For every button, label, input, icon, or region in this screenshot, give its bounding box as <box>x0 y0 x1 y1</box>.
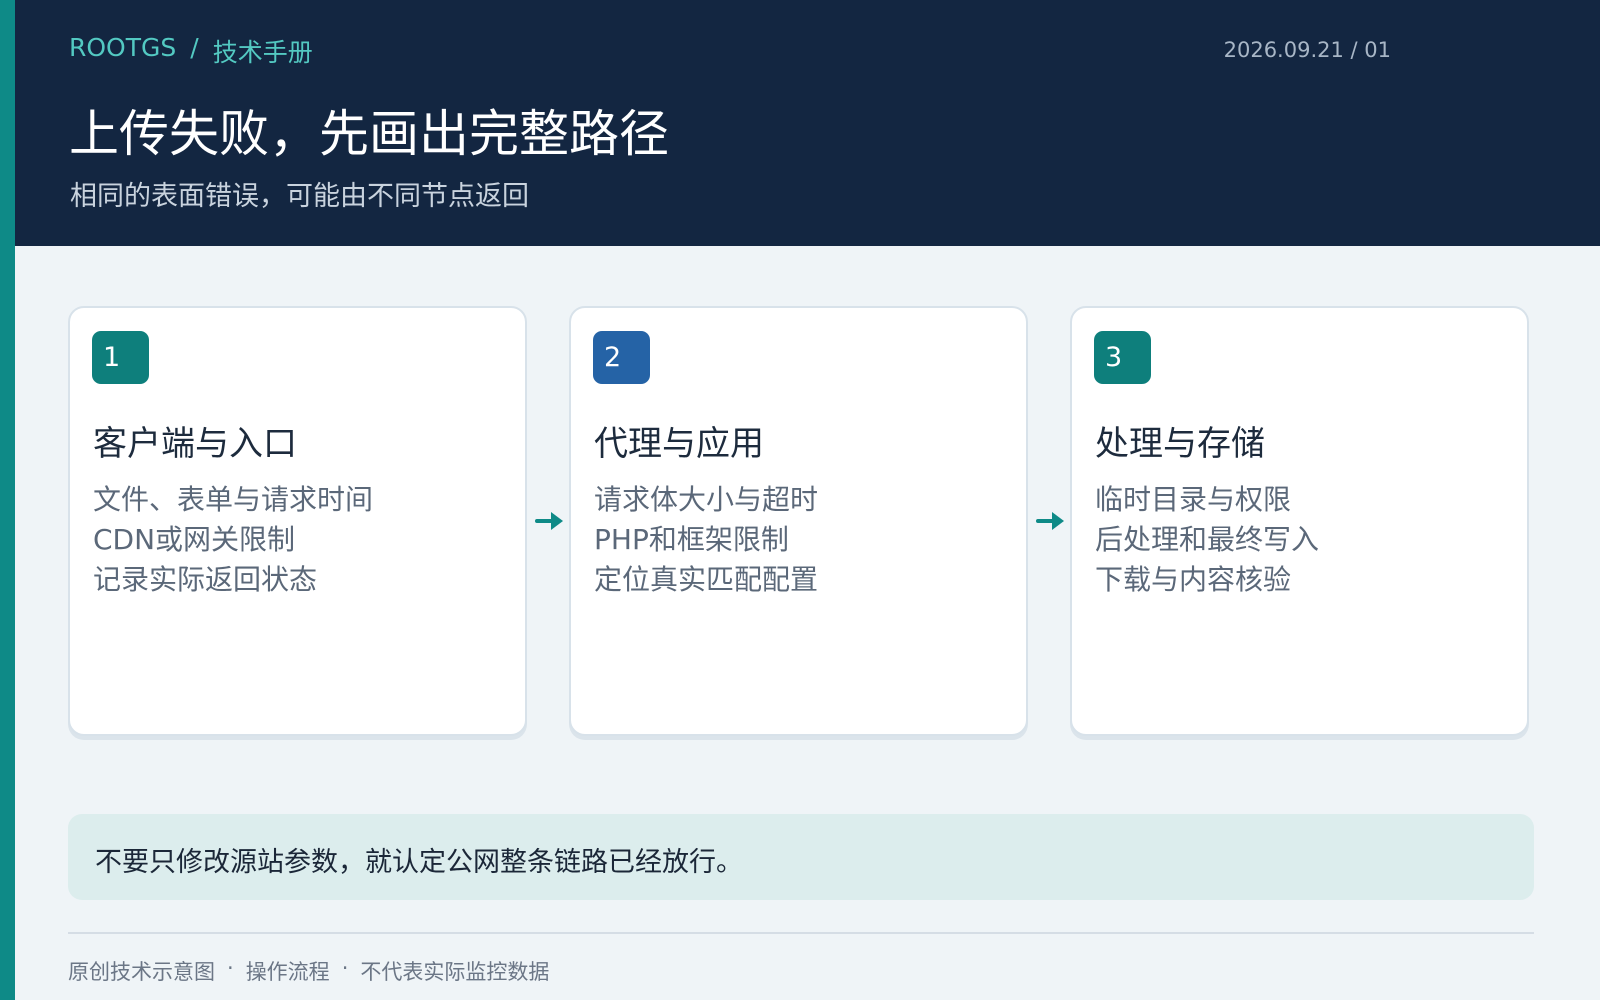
footer-item: 操作流程 <box>245 960 330 984</box>
step-card-1: 1 客户端与入口 文件、表单与请求时间 CDN或网关限制 记录实际返回状态 <box>68 306 527 736</box>
step-title-3: 处理与存储 <box>1095 424 1265 464</box>
arrow-right-icon <box>1036 512 1064 530</box>
footer-separator: · <box>341 956 349 980</box>
step-item: CDN或网关限制 <box>93 523 296 556</box>
warning-note: 不要只修改源站参数，就认定公网整条链路已经放行。 <box>68 814 1534 900</box>
warning-note-text: 不要只修改源站参数，就认定公网整条链路已经放行。 <box>95 847 743 878</box>
footer-item: 不代表实际监控数据 <box>360 960 550 984</box>
footer-divider <box>68 932 1534 934</box>
step-title-1: 客户端与入口 <box>93 424 297 464</box>
step-item: 请求体大小与超时 <box>594 483 819 516</box>
step-list-1: 文件、表单与请求时间 CDN或网关限制 记录实际返回状态 <box>93 480 373 600</box>
arrow-right-icon <box>535 512 563 530</box>
step-item: 下载与内容核验 <box>1095 563 1292 596</box>
step-badge-3: 3 <box>1094 331 1151 384</box>
issue-date: 2026.09.21 / 01 <box>1223 38 1391 62</box>
arrow-head <box>551 512 563 530</box>
step-badge-1: 1 <box>92 331 149 384</box>
step-item: PHP和框架限制 <box>594 523 789 556</box>
step-card-2: 2 代理与应用 请求体大小与超时 PHP和框架限制 定位真实匹配配置 <box>569 306 1028 736</box>
step-item: 定位真实匹配配置 <box>594 563 819 596</box>
breadcrumb-section[interactable]: 技术手册 <box>213 33 313 69</box>
footer-item: 原创技术示意图 <box>68 960 215 984</box>
page-title: 上传失败，先画出完整路径 <box>69 105 669 163</box>
step-badge-2: 2 <box>593 331 650 384</box>
header: ROOTGS / 技术手册 2026.09.21 / 01 上传失败，先画出完整… <box>15 0 1600 246</box>
breadcrumb-separator: / <box>190 33 199 62</box>
step-list-2: 请求体大小与超时 PHP和框架限制 定位真实匹配配置 <box>594 480 818 600</box>
step-list-3: 临时目录与权限 后处理和最终写入 下载与内容核验 <box>1095 480 1319 600</box>
footer: 原创技术示意图 · 操作流程 · 不代表实际监控数据 <box>68 956 549 986</box>
step-title-2: 代理与应用 <box>594 424 764 464</box>
breadcrumb-brand[interactable]: ROOTGS <box>69 33 176 69</box>
breadcrumb: ROOTGS / 技术手册 <box>69 33 313 69</box>
step-item: 后处理和最终写入 <box>1095 523 1320 556</box>
step-item: 临时目录与权限 <box>1095 483 1292 516</box>
step-item: 文件、表单与请求时间 <box>93 483 374 516</box>
arrow-head <box>1052 512 1064 530</box>
footer-separator: · <box>227 956 234 980</box>
step-card-3: 3 处理与存储 临时目录与权限 后处理和最终写入 下载与内容核验 <box>1070 306 1529 736</box>
accent-bar <box>0 0 15 1000</box>
step-item: 记录实际返回状态 <box>93 563 318 596</box>
page-subtitle: 相同的表面错误，可能由不同节点返回 <box>70 181 529 212</box>
